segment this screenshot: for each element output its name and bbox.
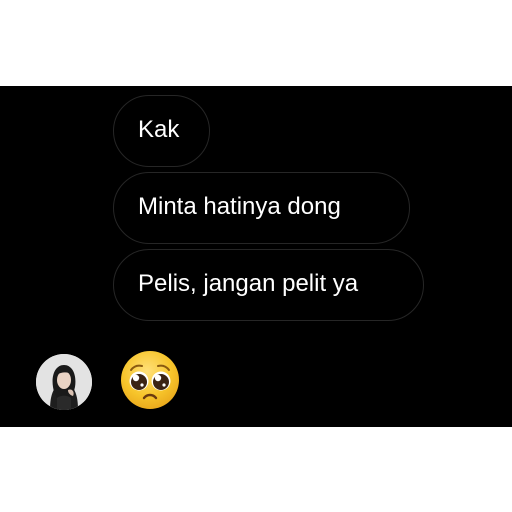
message-bubble[interactable]: Minta hatinya dong bbox=[113, 172, 410, 244]
message-text: Minta hatinya dong bbox=[138, 193, 341, 220]
pleading-face-icon[interactable] bbox=[118, 348, 182, 412]
message-text: Pelis, jangan pelit ya bbox=[138, 270, 359, 297]
sender-avatar[interactable] bbox=[36, 354, 92, 410]
screenshot-frame: Kak Minta hatinya dong Pelis, jangan pel… bbox=[0, 0, 512, 512]
message-text: Kak bbox=[138, 116, 180, 143]
message-bubble[interactable]: Pelis, jangan pelit ya bbox=[113, 249, 424, 321]
message-bubble[interactable]: Kak bbox=[113, 95, 210, 167]
chat-thread: Kak Minta hatinya dong Pelis, jangan pel… bbox=[0, 86, 512, 427]
avatar-photo bbox=[36, 354, 92, 410]
